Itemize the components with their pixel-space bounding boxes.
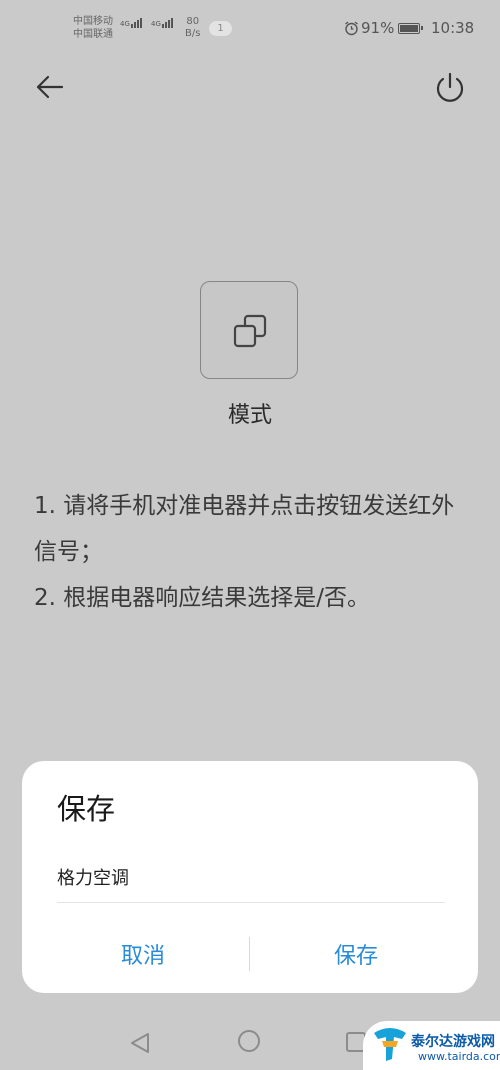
- signal-icon: 4G: [151, 18, 173, 28]
- status-bar: 中国移动 中国联通 4G 4G 80 B/s 1 91% 10:38: [0, 0, 500, 52]
- cancel-button[interactable]: 取消: [48, 937, 238, 977]
- mode-switch-icon: [233, 314, 267, 348]
- mode-button[interactable]: [200, 281, 298, 379]
- back-button[interactable]: [30, 68, 68, 106]
- battery-icon: [398, 23, 423, 34]
- notification-count-badge: 1: [209, 21, 232, 36]
- watermark-name: 泰尔达游戏网: [411, 1034, 495, 1050]
- signal-icon: 4G: [120, 18, 142, 28]
- battery-fill: [400, 25, 419, 32]
- carrier-2: 中国联通: [73, 29, 113, 40]
- watermark-url: www.tairda.com: [418, 1050, 500, 1063]
- instructions: 1. 请将手机对准电器并点击按钮发送红外信号； 2. 根据电器响应结果选择是/否…: [34, 483, 474, 621]
- input-underline: [57, 902, 445, 903]
- power-icon: [436, 72, 464, 102]
- instruction-2: 2. 根据电器响应结果选择是/否。: [34, 585, 371, 611]
- network-type-1: 4G: [120, 20, 130, 28]
- clock: 10:38: [431, 19, 475, 37]
- carrier-1: 中国移动: [73, 16, 113, 27]
- net-speed-unit: B/s: [185, 28, 201, 39]
- network-type-2: 4G: [151, 20, 161, 28]
- power-button[interactable]: [430, 68, 470, 108]
- device-name-input[interactable]: 格力空调: [57, 864, 445, 890]
- carrier-names: 中国移动 中国联通: [73, 15, 113, 41]
- nav-home-icon[interactable]: [238, 1030, 260, 1052]
- net-speed-value: 80: [186, 16, 200, 27]
- site-logo-icon: [374, 1028, 406, 1061]
- watermark: 泰尔达游戏网 www.tairda.com: [363, 1021, 500, 1070]
- arrow-left-icon: [36, 75, 64, 99]
- battery-percent: 91%: [361, 19, 395, 37]
- alarm-icon: [345, 21, 358, 36]
- dialog-title: 保存: [57, 792, 116, 826]
- save-dialog: 保存 格力空调 取消 保存: [22, 761, 478, 993]
- button-divider: [249, 937, 250, 971]
- instruction-1: 1. 请将手机对准电器并点击按钮发送红外信号；: [34, 493, 455, 565]
- mode-label: 模式: [227, 403, 272, 428]
- network-speed: 80 B/s: [185, 16, 200, 40]
- save-button[interactable]: 保存: [261, 937, 451, 977]
- nav-back-icon[interactable]: [128, 1031, 152, 1055]
